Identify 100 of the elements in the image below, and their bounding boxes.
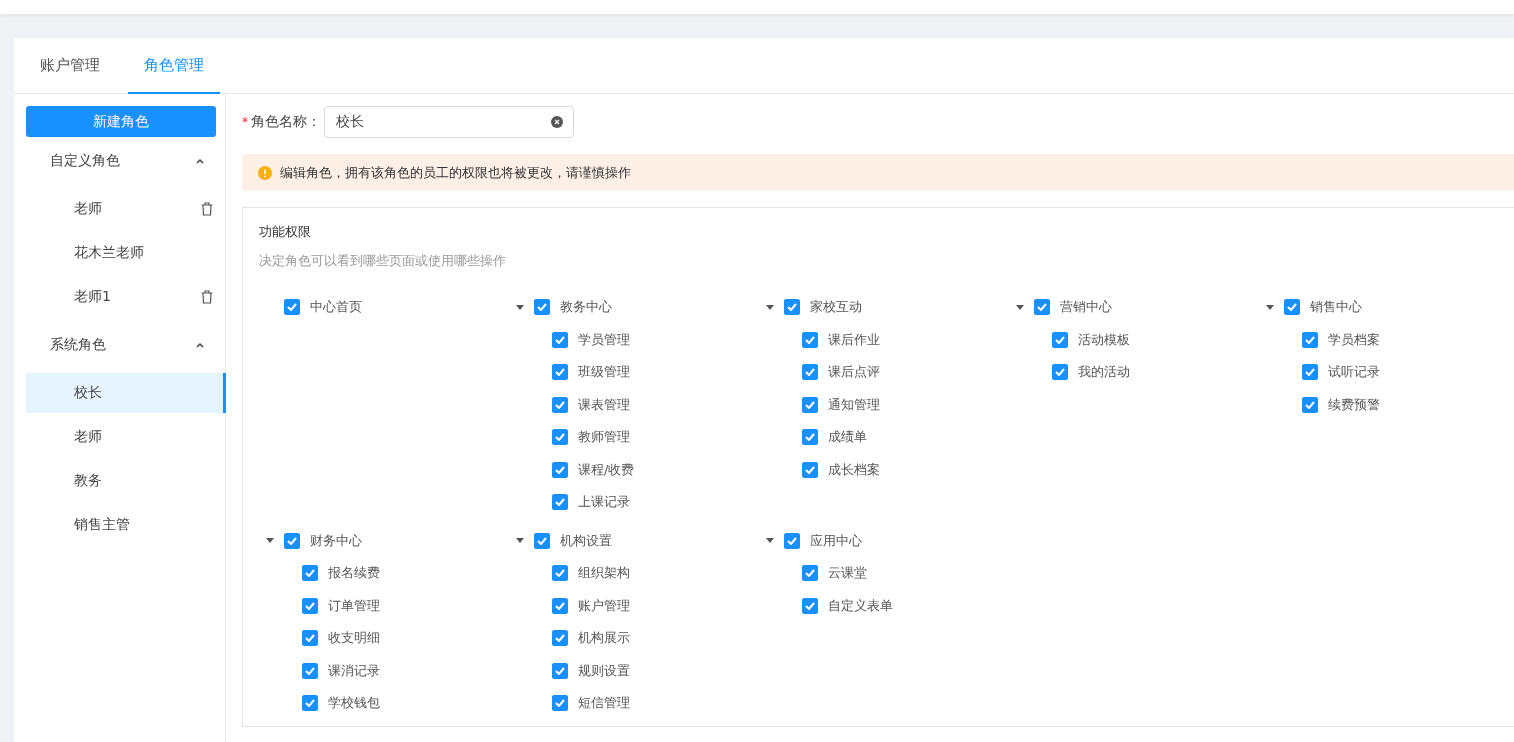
permission-label: 班级管理	[578, 363, 630, 382]
check-icon	[305, 634, 315, 643]
permission-label: 云课堂	[828, 564, 867, 583]
role-item[interactable]: 销售主管	[26, 505, 226, 545]
permission-label: 教务中心	[560, 298, 612, 317]
permission-label: 中心首页	[310, 298, 362, 317]
checkbox[interactable]	[802, 597, 818, 614]
role-item[interactable]: 花木兰老师	[26, 233, 226, 273]
checkbox[interactable]	[1034, 299, 1050, 316]
group-header[interactable]: 自定义角色	[26, 137, 216, 185]
checkbox[interactable]	[552, 565, 568, 582]
checkbox[interactable]	[302, 565, 318, 582]
permission-label: 财务中心	[310, 531, 362, 550]
permission-label: 应用中心	[810, 531, 862, 550]
field-label: 角色名称：	[251, 113, 321, 131]
check-icon	[555, 634, 565, 643]
chevron-icon	[196, 342, 204, 348]
check-icon	[537, 536, 547, 545]
permission-label: 营销中心	[1060, 298, 1112, 317]
check-icon	[287, 536, 297, 545]
role-label: 销售主管	[74, 516, 130, 534]
checkbox[interactable]	[802, 429, 818, 446]
checkbox[interactable]	[1302, 364, 1318, 381]
checkbox[interactable]	[784, 532, 800, 549]
permission-label: 课后作业	[828, 330, 880, 349]
tab[interactable]: 账户管理	[24, 38, 116, 94]
permission-label: 家校互动	[810, 298, 862, 317]
checkbox[interactable]	[552, 662, 568, 679]
role-item[interactable]: 老师	[26, 417, 226, 457]
permission-label: 通知管理	[828, 395, 880, 414]
role-label: 老师	[74, 200, 102, 218]
role-label: 校长	[74, 384, 102, 402]
role-label: 花木兰老师	[74, 244, 144, 262]
role-name-field[interactable]: 校长	[324, 106, 574, 138]
checkbox[interactable]	[1052, 364, 1068, 381]
checkbox[interactable]	[302, 597, 318, 614]
checkbox[interactable]	[552, 597, 568, 614]
checkbox[interactable]	[802, 565, 818, 582]
check-icon	[787, 536, 797, 545]
group-label: 系统角色	[50, 336, 106, 354]
checkbox[interactable]	[552, 630, 568, 647]
caret-icon[interactable]	[266, 538, 274, 544]
check-icon	[1055, 335, 1065, 344]
check-icon	[555, 465, 565, 474]
check-icon	[305, 601, 315, 610]
checkbox[interactable]	[1302, 396, 1318, 413]
checkbox[interactable]	[284, 532, 300, 549]
checkbox[interactable]	[1284, 299, 1300, 316]
permission-label: 续费预警	[1328, 395, 1380, 414]
check-icon	[805, 368, 815, 377]
check-icon	[555, 699, 565, 708]
permission-label: 自定义表单	[828, 596, 893, 615]
caret-icon[interactable]	[1266, 304, 1274, 310]
caret-icon[interactable]	[766, 538, 774, 544]
permission-label: 教师管理	[578, 428, 630, 447]
group-header[interactable]: 系统角色	[26, 321, 216, 369]
checkbox[interactable]	[552, 364, 568, 381]
caret-icon[interactable]	[1016, 304, 1024, 310]
check-icon	[805, 569, 815, 578]
caret-icon[interactable]	[766, 304, 774, 310]
permission-label: 课程/收费	[578, 460, 635, 479]
checkbox[interactable]	[534, 299, 550, 316]
clear-icon[interactable]	[551, 116, 563, 128]
checkbox[interactable]	[802, 364, 818, 381]
permission-label: 短信管理	[578, 694, 630, 713]
role-item[interactable]: 老师1	[26, 277, 226, 317]
checkbox[interactable]	[552, 494, 568, 511]
checkbox[interactable]	[552, 396, 568, 413]
checkbox[interactable]	[302, 662, 318, 679]
trash-icon[interactable]	[201, 290, 213, 304]
checkbox[interactable]	[302, 630, 318, 647]
checkbox[interactable]	[784, 299, 800, 316]
checkbox[interactable]	[802, 396, 818, 413]
permission-label: 机构展示	[578, 629, 630, 648]
checkbox[interactable]	[302, 695, 318, 712]
check-icon	[805, 601, 815, 610]
check-icon	[305, 666, 315, 675]
check-icon	[555, 433, 565, 442]
checkbox[interactable]	[552, 429, 568, 446]
check-icon	[555, 400, 565, 409]
checkbox[interactable]	[552, 331, 568, 348]
check-icon	[555, 368, 565, 377]
role-item[interactable]: 老师	[26, 189, 226, 229]
check-icon	[805, 433, 815, 442]
trash-icon[interactable]	[201, 202, 213, 216]
role-item[interactable]: 教务	[26, 461, 226, 501]
caret-icon[interactable]	[516, 304, 524, 310]
checkbox[interactable]	[1052, 331, 1068, 348]
caret-icon[interactable]	[516, 538, 524, 544]
checkbox[interactable]	[802, 331, 818, 348]
role-item[interactable]: 校长	[26, 373, 226, 413]
checkbox[interactable]	[1302, 331, 1318, 348]
checkbox[interactable]	[552, 695, 568, 712]
checkbox[interactable]	[802, 461, 818, 478]
permission-label: 课后点评	[828, 363, 880, 382]
panel-subtitle: 决定角色可以看到哪些页面或使用哪些操作	[259, 252, 507, 270]
checkbox[interactable]	[552, 461, 568, 478]
check-icon	[555, 666, 565, 675]
checkbox[interactable]	[284, 299, 300, 316]
checkbox[interactable]	[534, 532, 550, 549]
